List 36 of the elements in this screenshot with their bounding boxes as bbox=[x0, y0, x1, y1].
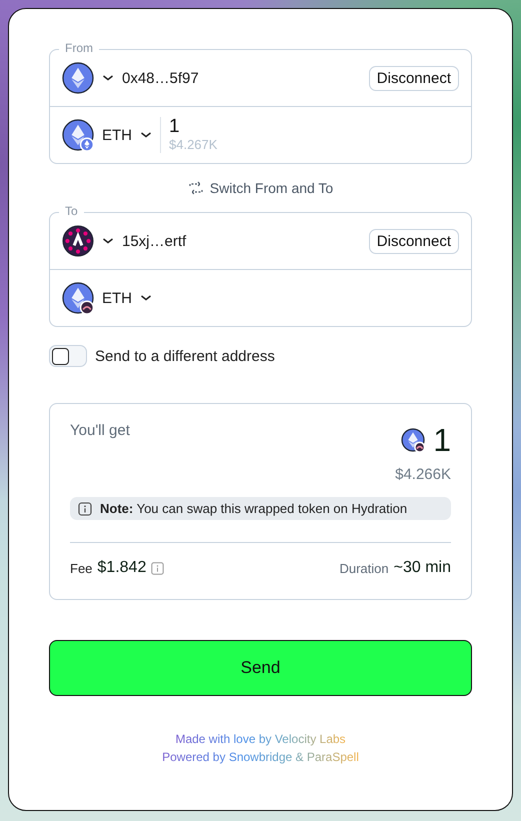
usd-value: $4.266K bbox=[395, 466, 451, 483]
checkbox-toggle[interactable] bbox=[49, 345, 87, 367]
credits-text: Powered by Snowbridge & ParaSpell bbox=[162, 750, 359, 764]
note-text: Note: You can swap this wrapped token on Hydration bbox=[100, 501, 408, 516]
fee-value: $1.842 bbox=[97, 559, 146, 577]
eth-token-icon bbox=[62, 282, 94, 314]
chevron-down-icon bbox=[102, 237, 114, 245]
chevron-down-icon bbox=[102, 74, 114, 82]
fee-label: Fee bbox=[70, 560, 92, 576]
account-selector[interactable]: 0x48…5f97 bbox=[62, 62, 199, 94]
disconnect-button[interactable]: Disconnect bbox=[368, 66, 459, 90]
account-selector[interactable]: 15xj…ertf bbox=[62, 225, 186, 257]
send-button[interactable]: Send bbox=[49, 640, 472, 696]
credits-text: Made with love by Velocity Labs bbox=[175, 732, 346, 746]
token-selector[interactable]: ETH bbox=[62, 119, 152, 151]
disconnect-button[interactable]: Disconnect bbox=[368, 228, 459, 254]
switch-button[interactable]: Switch From and To bbox=[188, 180, 334, 196]
usd-value: $4.267K bbox=[169, 137, 218, 153]
eth-token-icon bbox=[401, 428, 426, 452]
received-amount: 1 bbox=[433, 422, 451, 458]
token-selector[interactable]: ETH bbox=[62, 282, 152, 314]
section-label: To bbox=[59, 204, 84, 218]
info-icon bbox=[78, 502, 92, 516]
swap-icon bbox=[188, 181, 204, 195]
amount-field[interactable]: 1 bbox=[169, 117, 218, 137]
chevron-down-icon bbox=[140, 131, 152, 139]
section-label: From bbox=[59, 41, 99, 55]
chevron-down-icon bbox=[140, 294, 152, 302]
duration-value: ~30 min bbox=[394, 559, 451, 577]
eth-token-icon bbox=[62, 62, 94, 94]
checkbox-label: Send to a different address bbox=[95, 348, 275, 364]
eth-token-icon bbox=[62, 119, 94, 151]
result-title: You'll get bbox=[70, 422, 130, 441]
info-icon[interactable] bbox=[151, 562, 164, 574]
network-logo-icon bbox=[62, 225, 94, 257]
duration-label: Duration bbox=[339, 560, 389, 576]
